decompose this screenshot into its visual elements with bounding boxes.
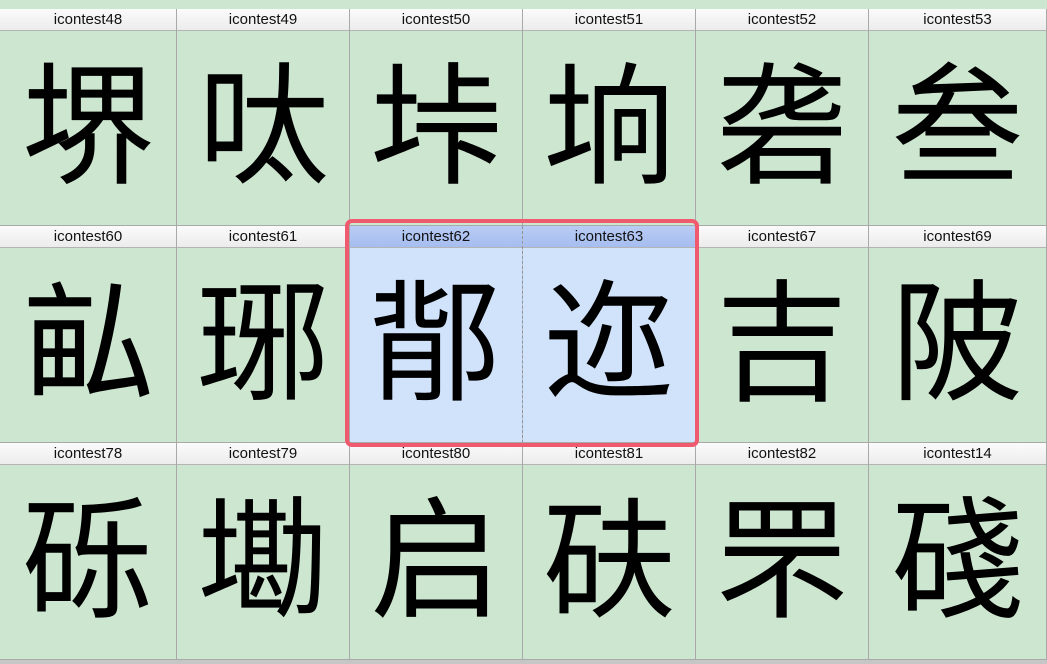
grid-cell[interactable]: icontest50 垰 bbox=[350, 9, 523, 226]
cell-label: icontest69 bbox=[869, 226, 1046, 248]
cell-glyph: 迩 bbox=[523, 248, 695, 442]
cell-glyph: 碊 bbox=[869, 465, 1046, 659]
cell-label: icontest52 bbox=[696, 9, 868, 31]
cell-label: icontest78 bbox=[0, 443, 176, 465]
grid-cell[interactable]: icontest81 砆 bbox=[523, 443, 696, 660]
cell-label: icontest50 bbox=[350, 9, 522, 31]
cell-glyph: 吉 bbox=[696, 248, 868, 442]
grid-cell[interactable]: icontest60 畆 bbox=[0, 226, 177, 443]
cell-label: icontest80 bbox=[350, 443, 522, 465]
glyph-grid: icontest48 堺 icontest49 呔 icontest50 垰 icontes… bbox=[0, 0, 1047, 664]
grid-cell[interactable]: icontest80 启 bbox=[350, 443, 523, 660]
grid-cell[interactable]: icontest49 呔 bbox=[177, 9, 350, 226]
grid-cell[interactable]: icontest48 堺 bbox=[0, 9, 177, 226]
cell-label: icontest63 bbox=[523, 226, 695, 248]
cell-glyph: 砻 bbox=[696, 31, 868, 225]
cell-glyph: 砾 bbox=[0, 465, 176, 659]
grid-cell[interactable]: icontest82 罘 bbox=[696, 443, 869, 660]
cell-glyph: 砆 bbox=[523, 465, 695, 659]
cell-glyph: 叁 bbox=[869, 31, 1046, 225]
cell-label: icontest14 bbox=[869, 443, 1046, 465]
grid-cell[interactable]: icontest78 砾 bbox=[0, 443, 177, 660]
grid-top-strip bbox=[0, 0, 1047, 9]
grid-cell[interactable]: icontest69 陂 bbox=[869, 226, 1047, 443]
grid-cell[interactable]: icontest62 鄁 bbox=[350, 226, 523, 443]
cell-label: icontest48 bbox=[0, 9, 176, 31]
cell-glyph: 垧 bbox=[523, 31, 695, 225]
cell-glyph: 堺 bbox=[0, 31, 176, 225]
grid-cell[interactable]: icontest14 碊 bbox=[869, 443, 1047, 660]
cell-glyph: 陂 bbox=[869, 248, 1046, 442]
cell-label: icontest67 bbox=[696, 226, 868, 248]
grid-cell[interactable]: icontest52 砻 bbox=[696, 9, 869, 226]
cell-glyph: 罘 bbox=[696, 465, 868, 659]
grid-cell[interactable]: icontest67 吉 bbox=[696, 226, 869, 443]
grid-cell[interactable]: icontest79 墈 bbox=[177, 443, 350, 660]
grid-cell[interactable]: icontest53 叁 bbox=[869, 9, 1047, 226]
cell-label: icontest49 bbox=[177, 9, 349, 31]
grid-cell[interactable]: icontest51 垧 bbox=[523, 9, 696, 226]
cell-label: icontest81 bbox=[523, 443, 695, 465]
cell-label: icontest51 bbox=[523, 9, 695, 31]
cell-glyph: 畆 bbox=[0, 248, 176, 442]
cell-glyph: 鄁 bbox=[350, 248, 522, 442]
cell-glyph: 垰 bbox=[350, 31, 522, 225]
cell-label: icontest82 bbox=[696, 443, 868, 465]
grid-cell[interactable]: icontest63 迩 bbox=[523, 226, 696, 443]
cell-label: icontest62 bbox=[350, 226, 522, 248]
cell-glyph: 琊 bbox=[177, 248, 349, 442]
cell-glyph: 启 bbox=[350, 465, 522, 659]
cell-glyph: 呔 bbox=[177, 31, 349, 225]
grid-cell[interactable]: icontest61 琊 bbox=[177, 226, 350, 443]
cell-label: icontest53 bbox=[869, 9, 1046, 31]
cell-label: icontest79 bbox=[177, 443, 349, 465]
cell-label: icontest61 bbox=[177, 226, 349, 248]
cell-label: icontest60 bbox=[0, 226, 176, 248]
cell-glyph: 墈 bbox=[177, 465, 349, 659]
